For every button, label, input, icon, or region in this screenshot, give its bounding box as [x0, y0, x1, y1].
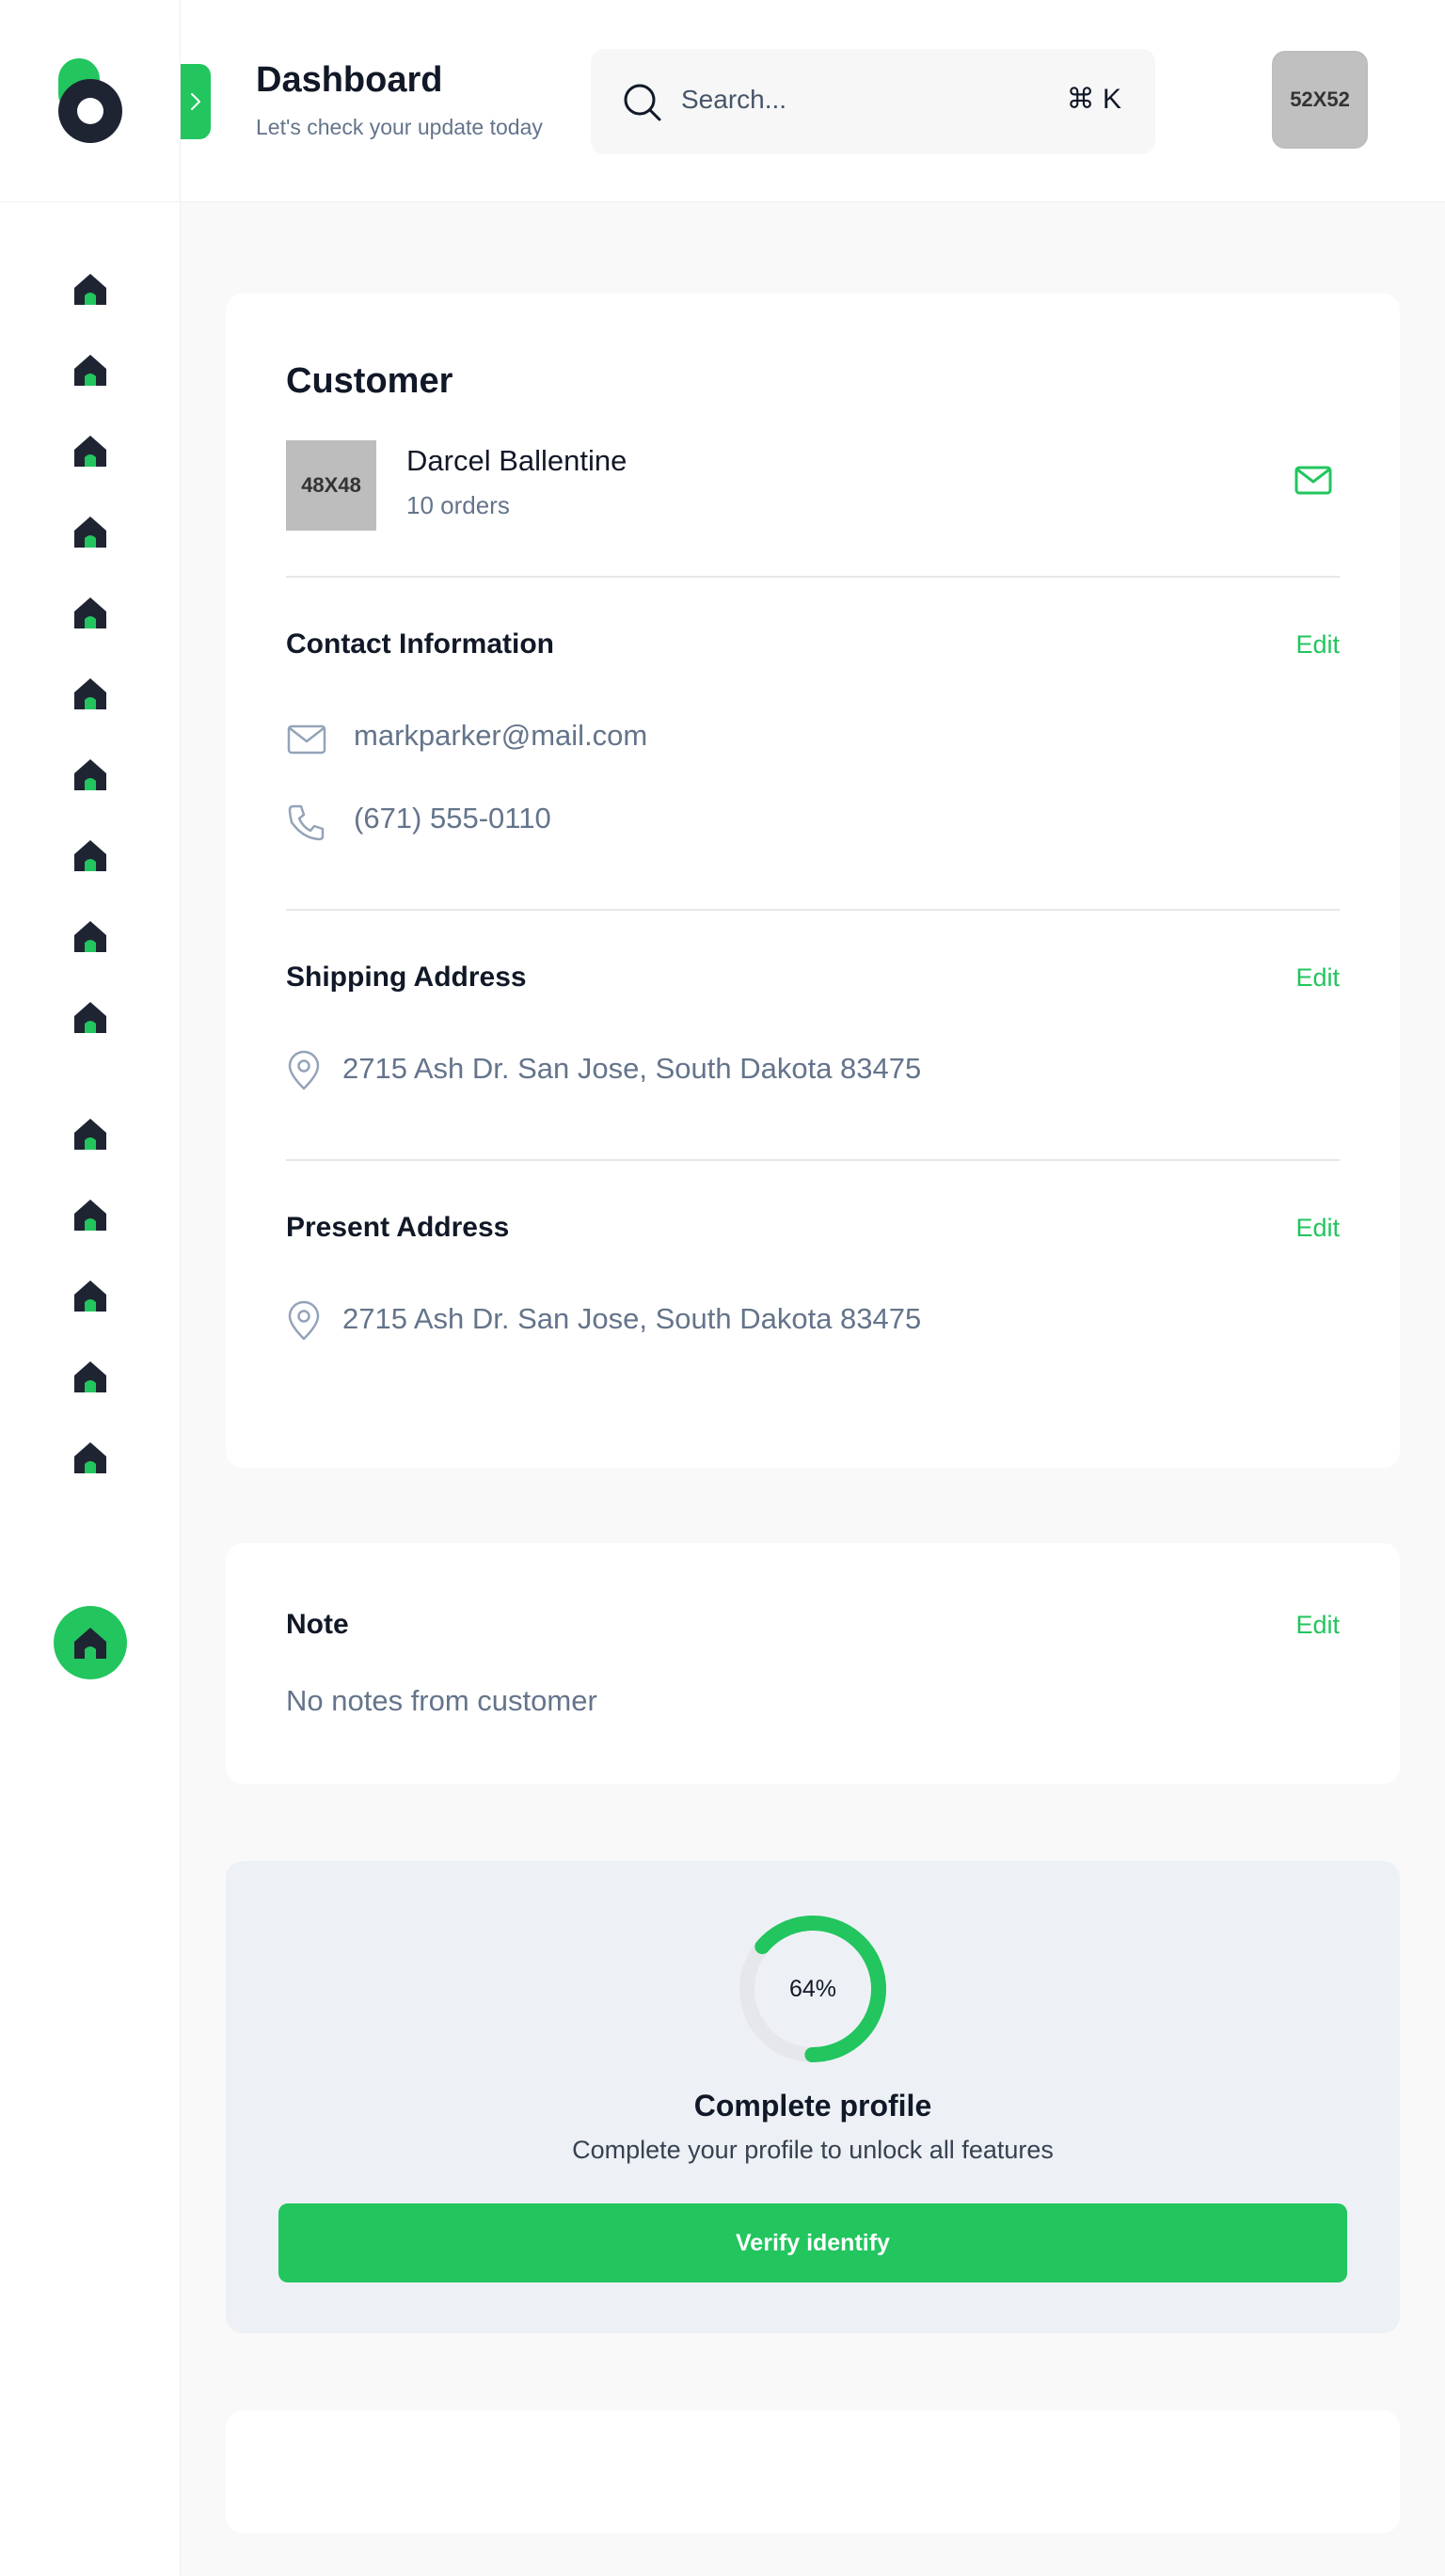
customer-avatar: 48X48: [286, 440, 376, 531]
chevron-right-icon: [191, 93, 200, 110]
shipping-address: 2715 Ash Dr. San Jose, South Dakota 8347…: [342, 1052, 922, 1085]
home-icon[interactable]: [71, 593, 110, 632]
sidebar-item-active[interactable]: [54, 1606, 127, 1679]
contact-email: markparker@mail.com: [354, 719, 648, 752]
present-title: Present Address: [286, 1212, 510, 1243]
location-pin-icon: [288, 1050, 320, 1090]
search-icon: [624, 84, 661, 121]
mail-icon: [287, 724, 326, 755]
divider: [286, 576, 1340, 578]
note-card: Note Edit No notes from customer: [226, 1543, 1400, 1784]
sidebar: [0, 0, 181, 2576]
verify-identity-button[interactable]: Verify identify: [278, 2203, 1347, 2282]
complete-profile-title: Complete profile: [693, 2089, 932, 2123]
search-input[interactable]: Search... ⌘ K: [591, 49, 1155, 154]
empty-card: [226, 2410, 1400, 2533]
note-title: Note: [286, 1609, 349, 1640]
page-title: Dashboard: [256, 60, 443, 100]
shipping-title: Shipping Address: [286, 962, 527, 993]
home-icon[interactable]: [71, 350, 110, 390]
location-pin-icon: [288, 1300, 320, 1341]
divider: [286, 909, 1340, 911]
note-edit-link[interactable]: Edit: [1295, 1611, 1340, 1640]
search-shortcut: ⌘ K: [1066, 84, 1121, 115]
shipping-edit-link[interactable]: Edit: [1295, 963, 1340, 993]
customer-card: Customer 48X48 Darcel Ballentine 10 orde…: [226, 294, 1400, 1468]
home-icon[interactable]: [71, 1114, 110, 1153]
home-icon[interactable]: [71, 835, 110, 875]
top-header: Dashboard Let's check your update today …: [181, 0, 1445, 202]
home-icon[interactable]: [71, 431, 110, 470]
user-avatar[interactable]: 52X52: [1272, 51, 1368, 149]
logo[interactable]: [56, 56, 122, 147]
complete-profile-subtitle: Complete your profile to unlock all feat…: [572, 2136, 1054, 2164]
progress-percent: 64%: [788, 1975, 837, 2002]
home-icon[interactable]: [71, 269, 110, 309]
home-icon[interactable]: [71, 1276, 110, 1315]
search-placeholder: Search...: [681, 85, 787, 114]
present-edit-link[interactable]: Edit: [1295, 1214, 1340, 1243]
contact-edit-link[interactable]: Edit: [1295, 630, 1340, 660]
home-icon[interactable]: [71, 755, 110, 794]
customer-orders: 10 orders: [406, 491, 510, 519]
home-icon[interactable]: [71, 1357, 110, 1396]
present-address: 2715 Ash Dr. San Jose, South Dakota 8347…: [342, 1302, 922, 1335]
customer-heading: Customer: [286, 361, 453, 401]
mail-icon[interactable]: [1293, 459, 1334, 501]
logo-cell: [0, 0, 181, 202]
contact-title: Contact Information: [286, 628, 554, 660]
home-icon: [74, 1628, 106, 1659]
contact-phone: (671) 555-0110: [354, 802, 551, 835]
note-text: No notes from customer: [286, 1684, 597, 1717]
customer-name: Darcel Ballentine: [406, 444, 627, 477]
page-subtitle: Let's check your update today: [256, 115, 543, 139]
sidebar-toggle-button[interactable]: [181, 64, 211, 139]
home-icon[interactable]: [71, 1438, 110, 1477]
home-icon[interactable]: [71, 674, 110, 713]
home-icon[interactable]: [71, 997, 110, 1037]
home-icon[interactable]: [71, 916, 110, 956]
home-icon[interactable]: [71, 512, 110, 551]
divider: [286, 1159, 1340, 1161]
complete-profile-card: 64% Complete profile Complete your profi…: [226, 1861, 1400, 2333]
home-icon[interactable]: [71, 1195, 110, 1234]
phone-icon: [288, 804, 325, 841]
